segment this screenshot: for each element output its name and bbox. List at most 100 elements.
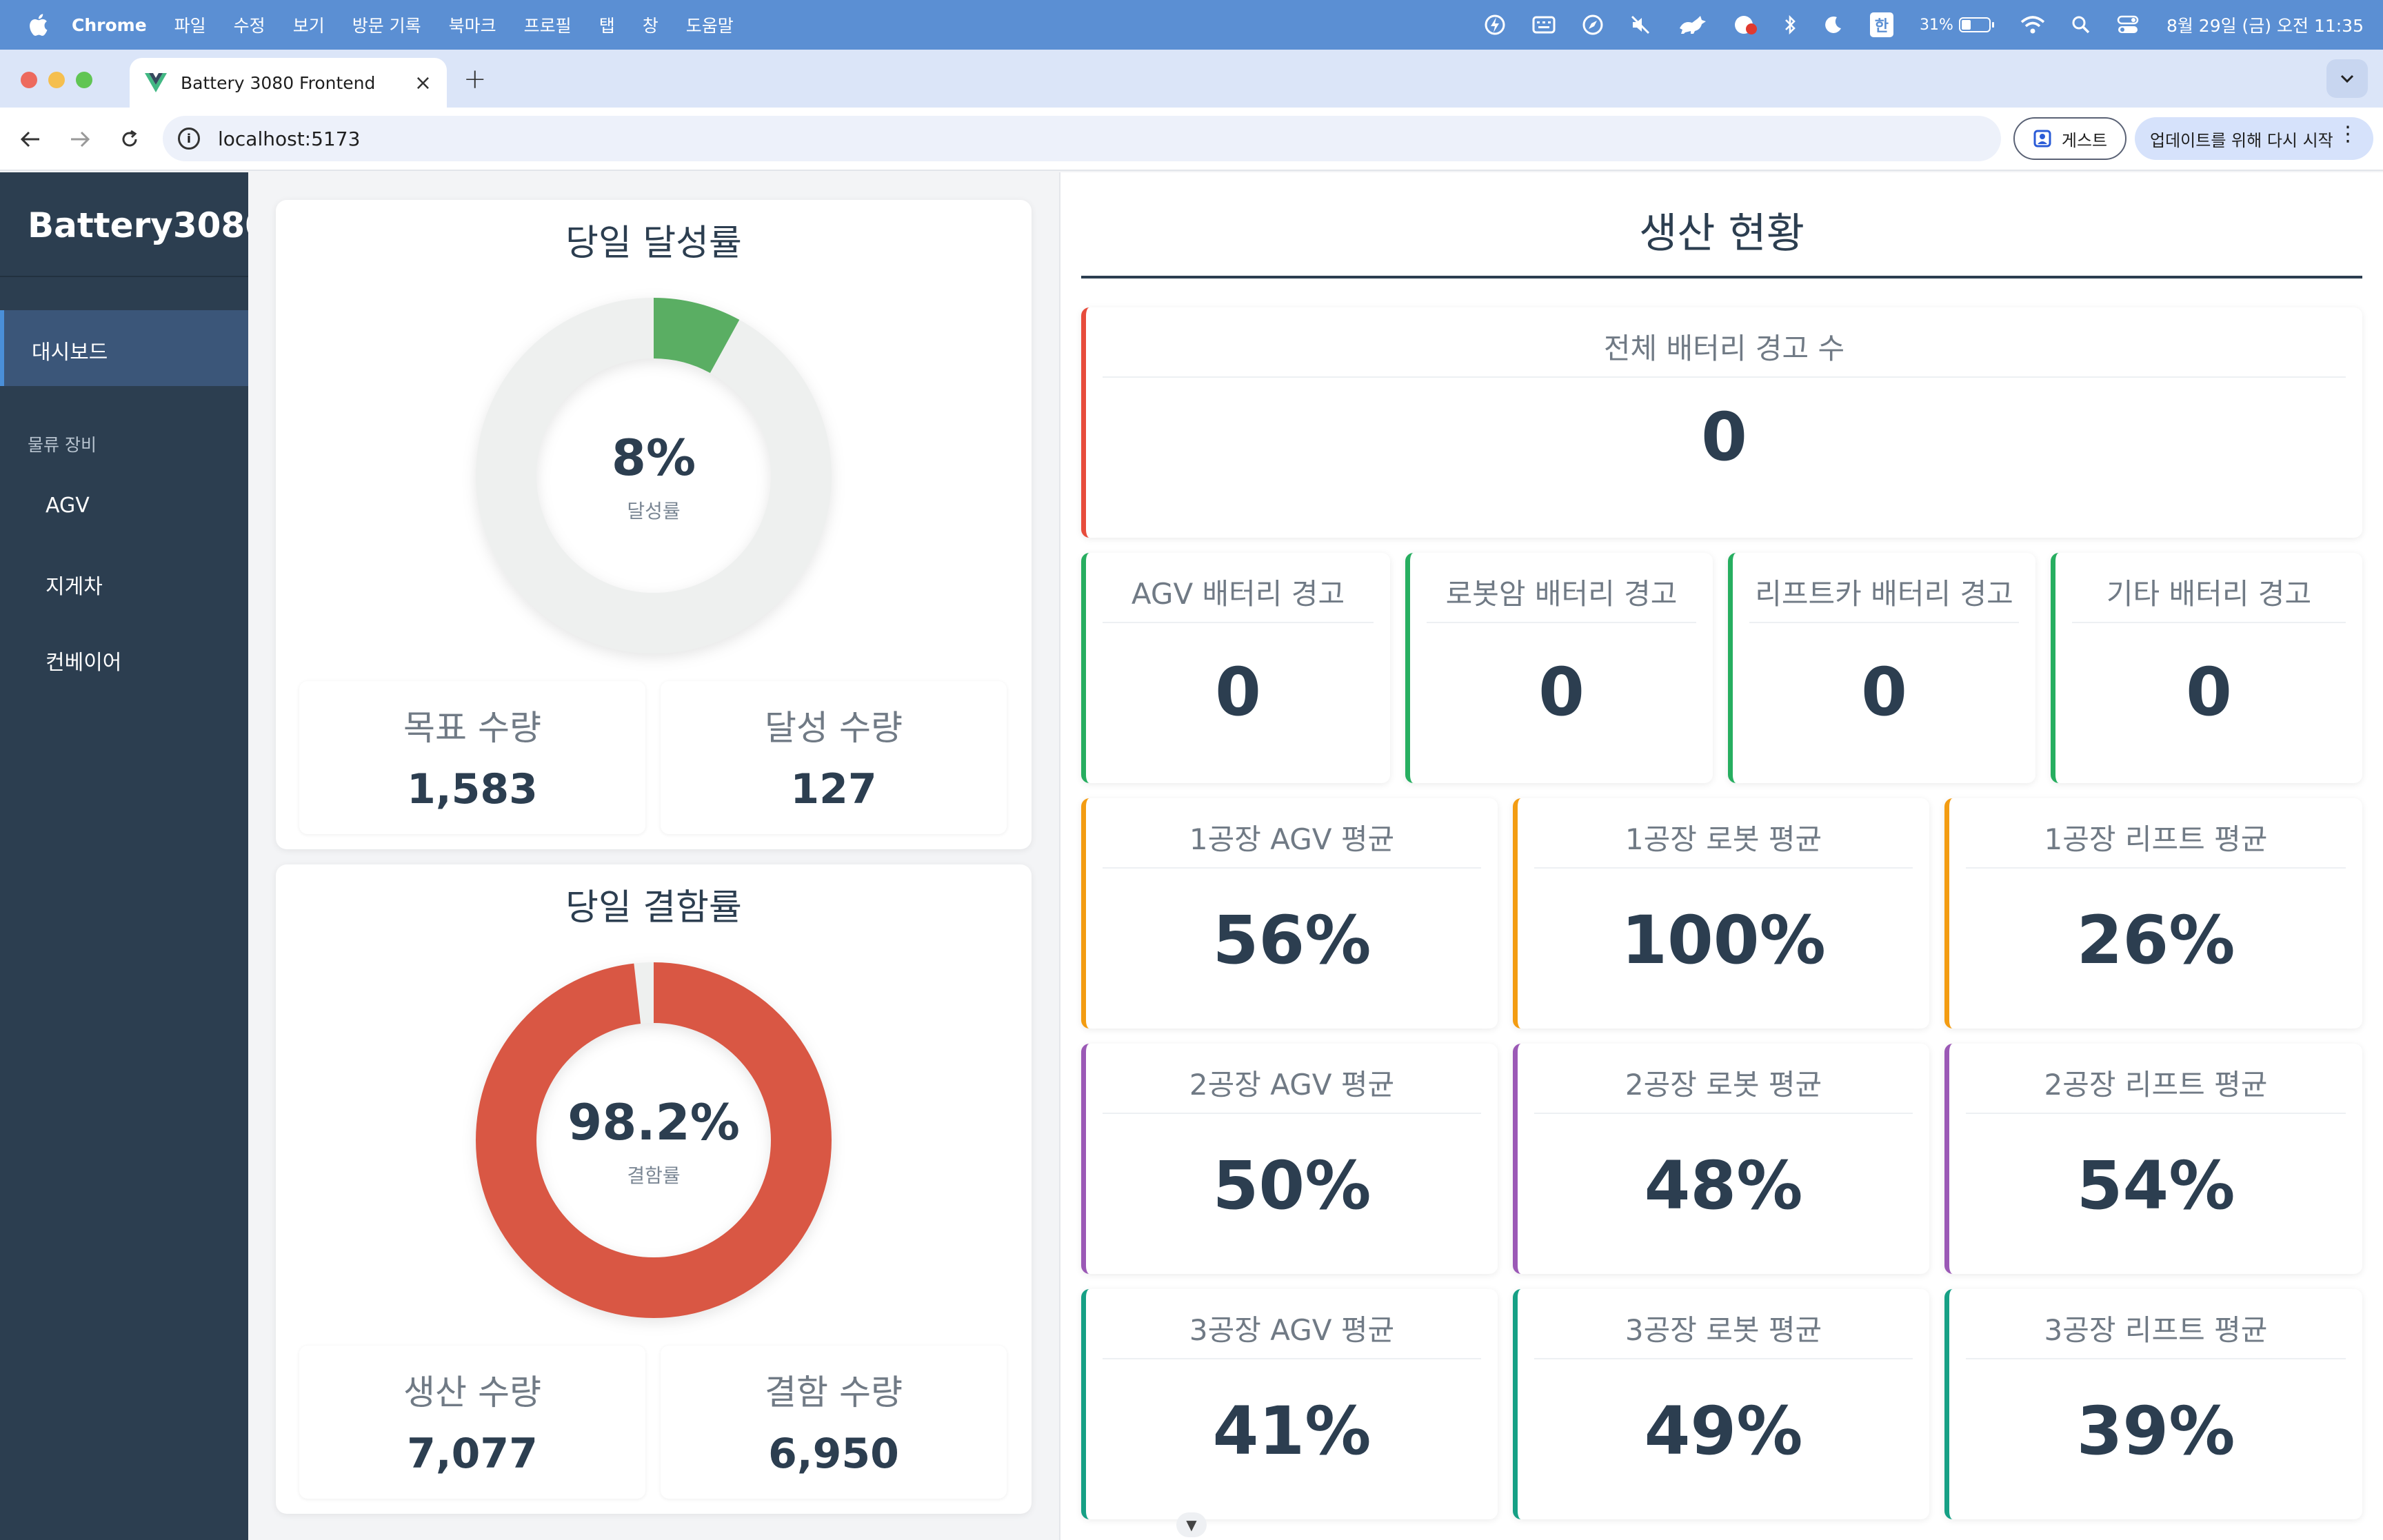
battery-percent: 31% <box>1920 16 1953 34</box>
factory3-agv-card: 3공장 AGV 평균 41% <box>1081 1289 1498 1519</box>
defect-quantity-value: 6,950 <box>768 1430 899 1478</box>
target-value: 1,583 <box>407 765 538 813</box>
window-close-button[interactable] <box>21 72 37 88</box>
reload-icon[interactable] <box>113 123 146 156</box>
achievement-donut: 8% 달성률 <box>474 296 833 655</box>
mute-icon[interactable] <box>1630 14 1651 35</box>
menubar-clock[interactable]: 8월 29일 (금) 오전 11:35 <box>2166 12 2364 37</box>
dark-mode-icon[interactable] <box>1823 14 1844 35</box>
total-warning-value: 0 <box>1701 398 1747 476</box>
battery-status[interactable]: 31% <box>1920 17 1994 34</box>
warning-value: 0 <box>1538 654 1585 731</box>
average-value: 39% <box>2076 1392 2235 1470</box>
liftcar-warning-card: 리프트카 배터리 경고 0 <box>1728 553 2035 783</box>
factory1-agv-card: 1공장 AGV 평균 56% <box>1081 798 1498 1029</box>
tab-close-icon[interactable]: × <box>414 71 432 95</box>
target-quantity-stat: 목표 수량 1,583 <box>299 681 645 834</box>
brand-title[interactable]: Battery3080 <box>28 205 269 245</box>
window-minimize-button[interactable] <box>48 72 65 88</box>
input-method-indicator[interactable]: 한 <box>1869 12 1894 37</box>
produced-quantity-stat: 생산 수량 7,077 <box>299 1346 645 1499</box>
app-sidebar: Battery3080 대시보드 물류 장비 AGV 지게차 컨베이어 <box>0 172 269 1540</box>
factory2-robot-card: 2공장 로봇 평균 48% <box>1513 1044 1929 1274</box>
menu-file[interactable]: 파일 <box>174 12 206 37</box>
warning-label: 기타 배터리 경고 <box>2106 577 2312 611</box>
robotarm-warning-card: 로봇암 배터리 경고 0 <box>1405 553 1713 783</box>
produced-label: 생산 수량 <box>403 1372 541 1412</box>
agv-warning-card: AGV 배터리 경고 0 <box>1081 553 1390 783</box>
cat-app-icon[interactable] <box>1677 14 1707 35</box>
average-value: 41% <box>1212 1392 1371 1470</box>
menu-window[interactable]: 창 <box>643 12 658 37</box>
compass-icon[interactable] <box>1582 14 1604 36</box>
guest-profile-button[interactable]: 게스트 <box>2013 117 2126 160</box>
more-options-icon[interactable]: ⋮ <box>2337 124 2358 145</box>
wifi-icon[interactable] <box>2020 15 2045 34</box>
average-value: 54% <box>2076 1147 2235 1224</box>
warning-label: 로봇암 배터리 경고 <box>1445 577 1678 611</box>
average-label: 2공장 로봇 평균 <box>1625 1068 1822 1102</box>
defect-donut: 98.2% 결함률 <box>474 961 833 1319</box>
factory2-lift-card: 2공장 리프트 평균 54% <box>1944 1044 2362 1274</box>
average-label: 1공장 AGV 평균 <box>1189 822 1395 856</box>
apple-logo-icon[interactable] <box>28 13 48 37</box>
keyboard-viewer-icon[interactable] <box>1532 16 1556 34</box>
production-status-panel: 생산 현황 전체 배터리 경고 수 0 AGV 배터리 경고 0 로봇암 배터리… <box>1059 172 2383 1540</box>
menu-bookmarks[interactable]: 북마크 <box>449 12 496 37</box>
average-label: 3공장 AGV 평균 <box>1189 1313 1395 1347</box>
menu-tab[interactable]: 탭 <box>599 12 615 37</box>
target-label: 목표 수량 <box>403 708 541 748</box>
defect-sub-label: 결함률 <box>627 1164 681 1187</box>
menu-profiles[interactable]: 프로필 <box>524 12 572 37</box>
tab-search-chevron-icon[interactable] <box>2326 59 2368 98</box>
warning-value: 0 <box>2186 654 2232 731</box>
spotlight-search-icon[interactable] <box>2071 15 2091 34</box>
achievement-sub-label: 달성률 <box>627 500 681 523</box>
site-info-icon[interactable]: i <box>178 128 200 150</box>
warning-value: 0 <box>1861 654 1907 731</box>
forward-arrow-icon[interactable] <box>63 123 97 156</box>
achieved-label: 달성 수량 <box>765 708 903 748</box>
average-label: 1공장 리프트 평균 <box>2044 822 2268 856</box>
sidebar-section-logistics: 물류 장비 <box>28 435 97 455</box>
sidebar-item-dashboard[interactable]: 대시보드 <box>0 310 248 386</box>
average-label: 2공장 AGV 평균 <box>1189 1068 1395 1102</box>
scroll-down-chevron-icon[interactable]: ▼ <box>1176 1512 1207 1537</box>
sidebar-divider <box>0 276 248 277</box>
sidebar-item-conveyor[interactable]: 컨베이어 <box>46 645 121 676</box>
average-value: 48% <box>1644 1147 1803 1224</box>
sidebar-item-forklift[interactable]: 지게차 <box>46 569 103 600</box>
achievement-title: 당일 달성률 <box>565 223 742 264</box>
average-value: 50% <box>1212 1147 1371 1224</box>
menu-help[interactable]: 도움말 <box>686 12 734 37</box>
bluetooth-icon[interactable] <box>1783 14 1797 36</box>
update-restart-button[interactable]: 업데이트를 위해 다시 시작 ⋮ <box>2135 117 2373 160</box>
recording-icon[interactable] <box>1733 14 1757 36</box>
menu-view[interactable]: 보기 <box>293 12 325 37</box>
average-value: 100% <box>1621 902 1826 979</box>
address-bar[interactable]: i localhost:5173 <box>163 116 2001 161</box>
update-label: 업데이트를 위해 다시 시작 <box>2150 130 2333 150</box>
defect-quantity-stat: 결함 수량 6,950 <box>661 1346 1007 1499</box>
menu-edit[interactable]: 수정 <box>234 12 265 37</box>
achievement-card: 당일 달성률 8% 달성률 목표 수량 1,583 달성 수량 127 <box>276 200 1032 849</box>
back-arrow-icon[interactable] <box>14 123 47 156</box>
lightning-status-icon[interactable] <box>1484 14 1506 36</box>
new-tab-button[interactable]: + <box>463 63 487 95</box>
sidebar-item-agv[interactable]: AGV <box>46 494 90 518</box>
average-label: 3공장 로봇 평균 <box>1625 1313 1822 1347</box>
menubar-app-name[interactable]: Chrome <box>72 15 147 35</box>
factory3-robot-card: 3공장 로봇 평균 49% <box>1513 1289 1929 1519</box>
total-warning-label: 전체 배터리 경고 수 <box>1603 332 1845 365</box>
control-center-icon[interactable] <box>2117 15 2139 34</box>
macos-menubar: Chrome 파일 수정 보기 방문 기록 북마크 프로필 탭 창 도움말 한 … <box>0 0 2383 50</box>
average-value: 49% <box>1644 1392 1803 1470</box>
average-label: 1공장 로봇 평균 <box>1625 822 1822 856</box>
factory2-agv-card: 2공장 AGV 평균 50% <box>1081 1044 1498 1274</box>
window-zoom-button[interactable] <box>76 72 92 88</box>
achieved-quantity-stat: 달성 수량 127 <box>661 681 1007 834</box>
defect-quantity-label: 결함 수량 <box>765 1372 903 1412</box>
menu-history[interactable]: 방문 기록 <box>352 12 421 37</box>
browser-tab-active[interactable]: Battery 3080 Frontend × <box>130 58 447 108</box>
average-value: 26% <box>2076 902 2235 979</box>
